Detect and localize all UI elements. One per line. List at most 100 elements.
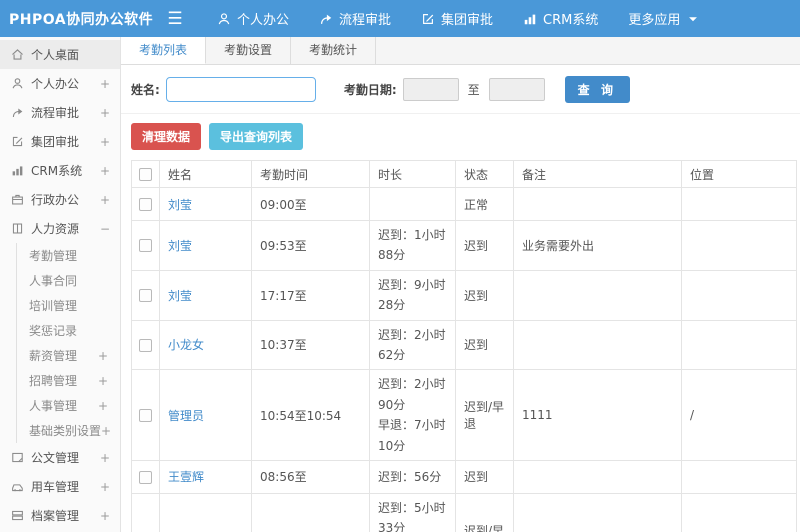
expand-toggle-icon[interactable]: + bbox=[100, 480, 110, 494]
location bbox=[681, 269, 797, 321]
attendance-time: 17:17至 bbox=[251, 269, 370, 321]
book-icon bbox=[11, 222, 24, 235]
tab-0[interactable]: 考勤列表 bbox=[121, 37, 207, 64]
sidebar-item-8[interactable]: 人事合同 bbox=[16, 268, 120, 293]
sidebar-item-label: 基础类别设置 bbox=[29, 424, 102, 438]
topnav-item-4[interactable]: 更多应用 bbox=[628, 9, 700, 28]
note bbox=[513, 187, 682, 221]
sidebar-item-label: 人力资源 bbox=[31, 222, 80, 236]
attendance-table-wrap: 姓名 考勤时间 时长 状态 备注 位置 刘莹 09:00至 正常 刘莹 09:53至 迟到：1小时8… bbox=[121, 160, 800, 532]
employee-name-link[interactable]: 刘莹 bbox=[168, 239, 192, 253]
note bbox=[513, 459, 682, 494]
sidebar-item-15[interactable]: 公文管理 + bbox=[0, 443, 120, 472]
select-all-checkbox[interactable] bbox=[139, 168, 152, 181]
user-icon bbox=[217, 12, 231, 26]
row-checkbox[interactable] bbox=[139, 409, 152, 423]
attendance-table-body: 刘莹 09:00至 正常 刘莹 09:53至 迟到：1小时88分 迟到 业务需要外出 刘莹 17:… bbox=[131, 187, 797, 532]
expand-toggle-icon[interactable]: + bbox=[100, 451, 110, 465]
row-checkbox[interactable] bbox=[139, 239, 152, 253]
sidebar-item-13[interactable]: 人事管理 + bbox=[16, 393, 120, 418]
expand-toggle-icon[interactable]: + bbox=[100, 135, 110, 149]
sidebar-item-5[interactable]: 行政办公 + bbox=[0, 185, 120, 214]
note bbox=[513, 319, 682, 371]
clean-data-button[interactable]: 清理数据 bbox=[131, 123, 202, 150]
expand-toggle-icon[interactable]: + bbox=[100, 509, 110, 523]
sidebar-item-4[interactable]: CRM系统 + bbox=[0, 156, 120, 185]
sidebar-item-0[interactable]: 个人桌面 bbox=[0, 40, 120, 69]
home-icon bbox=[11, 48, 24, 61]
expand-toggle-icon[interactable]: + bbox=[100, 164, 110, 178]
attendance-time: 09:00至 bbox=[251, 187, 370, 221]
table-row: 管理员 10:54至10:54 迟到：2小时90分 早退：7小时10分 迟到/早退 11… bbox=[131, 369, 797, 461]
expand-toggle-icon[interactable]: + bbox=[101, 424, 111, 438]
table-row: 刘莹 09:53至 迟到：1小时88分 迟到 业务需要外出 bbox=[131, 220, 797, 271]
sidebar-item-label: 用车管理 bbox=[31, 480, 80, 494]
sidebar-item-16[interactable]: 用车管理 + bbox=[0, 472, 120, 501]
search-button[interactable]: 查 询 bbox=[564, 76, 630, 103]
column-header-0: 姓名 bbox=[159, 160, 252, 188]
date-to-input[interactable] bbox=[488, 78, 545, 101]
date-to-separator: 至 bbox=[467, 83, 480, 97]
employee-name-link[interactable]: 管理员 bbox=[168, 409, 204, 423]
chart-icon bbox=[11, 164, 24, 177]
table-row: 王壹辉 08:56至 迟到：56分 迟到 bbox=[131, 459, 797, 494]
expand-toggle-icon[interactable]: + bbox=[100, 77, 110, 91]
sidebar-item-3[interactable]: 集团审批 + bbox=[0, 127, 120, 156]
expand-toggle-icon[interactable]: + bbox=[98, 399, 108, 413]
sidebar-item-17[interactable]: 档案管理 + bbox=[0, 501, 120, 530]
status-badge: 迟到/早退 bbox=[455, 492, 514, 532]
sidebar-item-2[interactable]: 流程审批 + bbox=[0, 98, 120, 127]
sidebar-item-label: 薪资管理 bbox=[29, 349, 78, 363]
table-row: 刘莹 09:00至 正常 bbox=[131, 187, 797, 221]
sidebar-item-11[interactable]: 薪资管理 + bbox=[16, 343, 120, 368]
tab-1[interactable]: 考勤设置 bbox=[206, 37, 292, 64]
note: 1111 bbox=[513, 369, 682, 461]
topnav-item-1[interactable]: 流程审批 bbox=[319, 9, 391, 28]
employee-name-link[interactable]: 刘莹 bbox=[168, 289, 192, 303]
topnav-item-0[interactable]: 个人办公 bbox=[217, 9, 289, 28]
sidebar: 个人桌面 个人办公 + 流程审批 + 集团审批 + CRM系统 + 行政办公 + 人力资源 − 考勤管理人… bbox=[0, 37, 121, 532]
row-checkbox[interactable] bbox=[139, 338, 152, 352]
expand-toggle-icon[interactable]: − bbox=[100, 222, 110, 236]
row-checkbox[interactable] bbox=[139, 198, 152, 211]
sidebar-item-6[interactable]: 人力资源 − bbox=[0, 214, 120, 243]
tab-2[interactable]: 考勤统计 bbox=[291, 37, 377, 64]
sidebar-item-10[interactable]: 奖惩记录 bbox=[16, 318, 120, 343]
sidebar-item-1[interactable]: 个人办公 + bbox=[0, 69, 120, 98]
topnav-item-3[interactable]: CRM系统 bbox=[523, 9, 598, 28]
row-checkbox[interactable] bbox=[139, 289, 152, 303]
briefcase-icon bbox=[11, 193, 24, 206]
name-input[interactable] bbox=[165, 77, 316, 102]
expand-toggle-icon[interactable]: + bbox=[100, 106, 110, 120]
employee-name-link[interactable]: 王壹辉 bbox=[168, 470, 204, 484]
expand-toggle-icon[interactable]: + bbox=[100, 193, 110, 207]
sidebar-item-9[interactable]: 培训管理 bbox=[16, 293, 120, 318]
date-label: 考勤日期: bbox=[343, 83, 397, 97]
expand-toggle-icon[interactable]: + bbox=[98, 374, 108, 388]
expand-toggle-icon[interactable]: + bbox=[98, 349, 108, 363]
topnav-item-2[interactable]: 集团审批 bbox=[421, 9, 493, 28]
status-badge: 迟到 bbox=[455, 269, 514, 321]
archive-icon bbox=[11, 509, 24, 522]
row-checkbox[interactable] bbox=[139, 470, 152, 484]
hamburger-icon[interactable]: ☰ bbox=[158, 9, 192, 29]
sidebar-item-7[interactable]: 考勤管理 bbox=[16, 243, 120, 268]
column-header-3: 状态 bbox=[455, 160, 514, 188]
export-list-button[interactable]: 导出查询列表 bbox=[209, 123, 304, 150]
attendance-time: 10:54至10:54 bbox=[251, 369, 370, 461]
sidebar-item-label: 人事合同 bbox=[29, 274, 78, 288]
approval-icon bbox=[421, 12, 435, 26]
sidebar-item-label: 考勤管理 bbox=[29, 249, 78, 263]
sidebar-item-14[interactable]: 基础类别设置 + bbox=[16, 418, 120, 443]
user-icon bbox=[11, 77, 24, 90]
location bbox=[681, 459, 797, 494]
caret-down-icon bbox=[686, 12, 700, 26]
employee-name-link[interactable]: 刘莹 bbox=[168, 198, 192, 212]
sidebar-item-label: 奖惩记录 bbox=[29, 324, 78, 338]
column-header-4: 备注 bbox=[513, 160, 682, 188]
attendance-time: 10:37至 bbox=[251, 319, 370, 371]
sidebar-item-12[interactable]: 招聘管理 + bbox=[16, 368, 120, 393]
employee-name-link[interactable]: 小龙女 bbox=[168, 338, 204, 352]
date-from-input[interactable] bbox=[402, 78, 459, 101]
duration: 迟到：56分 bbox=[369, 459, 456, 494]
